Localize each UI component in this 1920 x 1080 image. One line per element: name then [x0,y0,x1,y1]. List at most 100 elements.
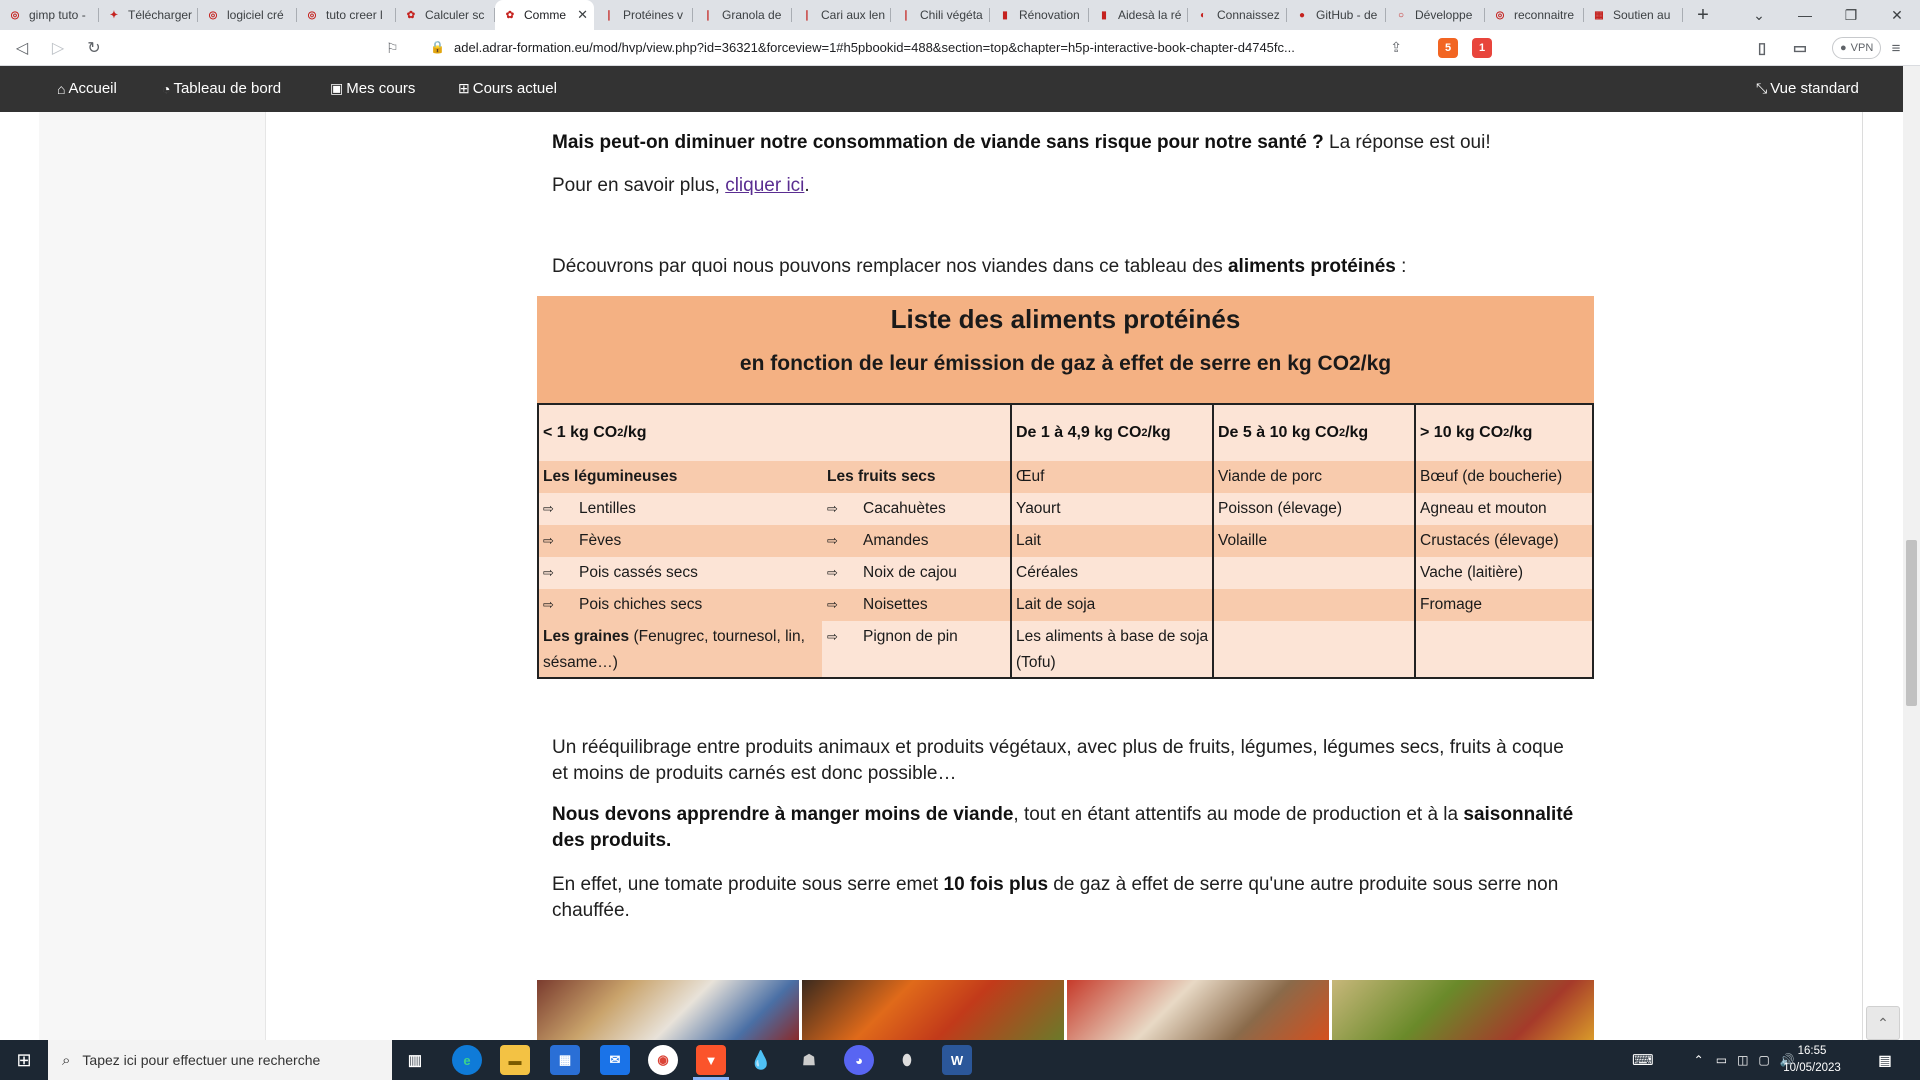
share-icon[interactable]: ⇪ [1390,39,1402,56]
gutter-divider-right [1862,112,1863,1040]
brave-icon[interactable]: ▼ [696,1045,726,1075]
browser-tab[interactable]: ● GitHub - de [1287,0,1386,30]
header-less-1kg-post: /kg [623,424,647,441]
tab-search-button[interactable]: ⌄ [1736,0,1782,30]
keyboard-icon[interactable]: ⌨ [1632,1051,1654,1069]
legumineuse-label: Fèves [579,532,622,549]
browser-tab[interactable]: ✿ Comme ✕ [495,0,594,30]
tab-close-icon[interactable]: ✕ [577,7,588,23]
header-more-10kg-pre: > 10 kg CO [1420,424,1504,441]
maximize-button[interactable]: ❐ [1828,0,1874,30]
start-button[interactable]: ⊞ [0,1040,48,1080]
tab-favicon-icon: ❘ [901,9,911,21]
browser-tab[interactable]: ◎ gimp tuto - [0,0,99,30]
tab-title: Connaissez [1217,8,1280,22]
intro-bold: aliments protéinés [1227,256,1396,277]
tab-favicon-icon: ✦ [109,9,119,21]
browser-tab[interactable]: ◎ logiciel cré [198,0,297,30]
gimp-icon[interactable]: ☗ [794,1045,824,1075]
menu-icon[interactable]: ≡ [1886,38,1906,58]
word-icon[interactable]: W [942,1045,972,1075]
tab-title: Télécharger [128,8,192,22]
back-button[interactable]: ◁ [8,34,36,62]
wallet-icon[interactable]: ▭ [1790,38,1810,58]
browser-tab[interactable]: ❘ Chili végéta [891,0,990,30]
mail-icon[interactable]: ✉ [600,1045,630,1075]
plus-icon: + [1697,3,1709,26]
display-icon[interactable]: ▢ [1758,1053,1769,1067]
discord-icon[interactable]: ◕ [844,1045,874,1075]
address-bar[interactable]: ⚐ 🔒 adel.adrar-formation.eu/mod/hvp/view… [386,34,1402,62]
clock-time: 16:55 [1797,1045,1827,1057]
browser-tab[interactable]: ▦ Soutien au [1584,0,1683,30]
more-info-link[interactable]: cliquer ici [725,175,804,196]
grains-photo [1067,980,1329,1040]
browser-tab[interactable]: ❘ Cari aux len [792,0,891,30]
tab-favicon-icon: ✿ [505,9,515,21]
lock-icon[interactable]: 🔒 [430,40,445,54]
table-subtitle: en fonction de leur émission de gaz à ef… [739,352,1392,375]
page-body: Mais peut-on diminuer notre consommation… [0,112,1903,1040]
nav-home[interactable]: ⌂ Accueil [57,80,117,97]
scroll-to-top-button[interactable]: ⌃ [1866,1006,1900,1040]
show-hidden-icon[interactable]: ⌃ [1694,1053,1704,1067]
taskbar-clock[interactable]: 16:55 10/05/2023 [1782,1043,1842,1077]
browser-tab[interactable]: ✦ Télécharger [99,0,198,30]
browser-tab[interactable]: ○ Développe [1386,0,1485,30]
store-icon[interactable]: ▦ [550,1045,580,1075]
taskbar-search[interactable]: ⌕ Tapez ici pour effectuer une recherche [48,1040,392,1080]
url-text[interactable]: adel.adrar-formation.eu/mod/hvp/view.php… [454,40,1295,55]
browser-tab[interactable]: ◎ tuto creer l [297,0,396,30]
legumineuse-label: Pois cassés secs [579,564,698,581]
new-tab-button[interactable]: + [1683,0,1723,30]
tab-favicon-icon: ❘ [604,9,614,21]
chrome-icon[interactable]: ◉ [648,1045,678,1075]
fruits-secs-header: Les fruits secs [827,468,936,485]
high-emission-item: Crustacés (élevage) [1420,532,1559,549]
page-scrollbar-thumb[interactable] [1906,540,1917,706]
browser-tab[interactable]: ❘ Protéines v [594,0,693,30]
tab-title: Soutien au [1613,8,1671,22]
browser-tab[interactable]: ◐ Connaissez [1188,0,1287,30]
high-emission-item: Agneau et mouton [1420,500,1547,517]
tab-title: Comme [524,8,567,22]
battery-icon[interactable]: ▭ [1716,1053,1727,1067]
network-icon[interactable]: ◫ [1737,1053,1748,1067]
task-view-icon[interactable]: ▥ [400,1045,430,1075]
nav-dashboard-label: Tableau de bord [173,80,282,97]
nav-current-course-label: Cours actuel [472,80,557,97]
brave-rewards-icon[interactable]: 1 [1472,38,1492,58]
nav-standard-view[interactable]: ⤡ Vue standard [1756,80,1859,97]
tab-favicon-icon: ● [1298,9,1306,21]
browser-tab[interactable]: ◎ reconnaitre [1485,0,1584,30]
browser-tab[interactable]: ▮ Aidesà la ré [1089,0,1188,30]
low-emission-item: Céréales [1016,564,1079,581]
reload-button[interactable]: ↻ [80,34,108,62]
forward-button[interactable]: ▷ [44,34,72,62]
header-more-10kg-post: /kg [1509,424,1533,441]
legumineuse-item: ⇨ Fèves [539,528,621,554]
sidebar-icon[interactable]: ▯ [1752,38,1772,58]
paint-icon[interactable]: 💧 [746,1045,776,1075]
nav-dashboard[interactable]: ◔ Tableau de bord [162,80,281,97]
nav-my-courses[interactable]: ▣ Mes cours [330,80,415,97]
browser-tab[interactable]: ▮ Rénovation [990,0,1089,30]
close-window-button[interactable]: ✕ [1874,0,1920,30]
app-icon[interactable]: ⬮ [892,1045,922,1075]
nav-current-course[interactable]: ⊞ Cours actuel [458,80,557,97]
food-photo-strip [537,980,1594,1040]
browser-tab[interactable]: ✿ Calculer sc [396,0,495,30]
tab-favicon-icon: ▮ [1101,9,1107,21]
bookmark-icon[interactable]: ⚐ [386,40,399,57]
minimize-button[interactable]: — [1782,0,1828,30]
file-explorer-icon[interactable]: ▬ [500,1045,530,1075]
left-margin [39,112,266,1040]
vpn-button[interactable]: ● VPN [1832,37,1882,59]
browser-tab[interactable]: ❘ Granola de [693,0,792,30]
edge-icon[interactable]: e [452,1045,482,1075]
tab-favicon-icon: ✿ [406,9,416,21]
notifications-icon[interactable]: ▤ [1870,1045,1900,1075]
shields-badge: 5 [1444,42,1452,54]
window-controls: ⌄ — ❐ ✕ [1736,0,1920,30]
brave-shields-icon[interactable]: 5 [1438,38,1458,58]
